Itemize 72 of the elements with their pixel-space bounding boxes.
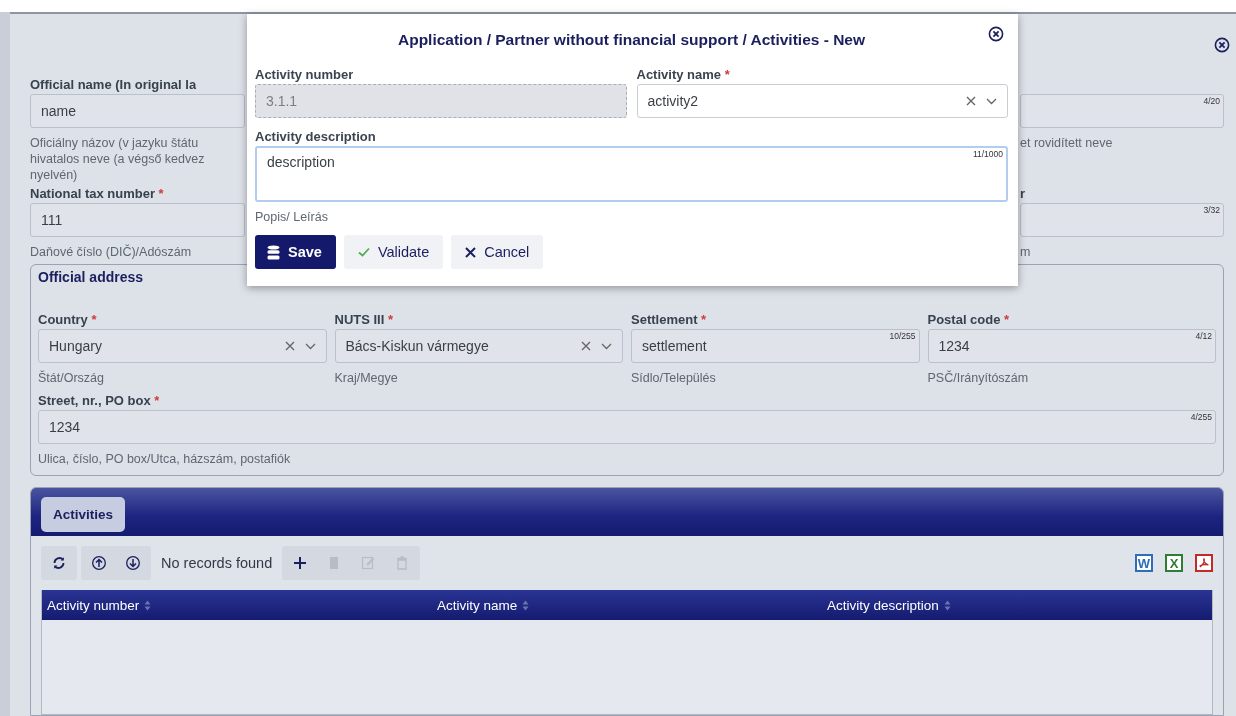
text-field[interactable]: 111 <box>30 203 245 237</box>
character-counter: 3/32 <box>1203 205 1220 215</box>
field-label: Postal code * <box>927 311 1010 329</box>
tab[interactable]: Activities <box>41 497 126 532</box>
field-hint: Popis/ Leírás <box>255 209 328 225</box>
close-icon[interactable] <box>1214 37 1230 53</box>
pdf-export-button[interactable] <box>1195 554 1213 572</box>
field-hint: m <box>1020 244 1031 260</box>
column-header[interactable]: Activity name <box>437 597 518 613</box>
text-field[interactable]: 3/32 <box>1020 203 1224 237</box>
field-label: Activity description <box>255 128 376 146</box>
field-label: Activity number <box>255 66 354 84</box>
field-label: Official name (In original la <box>30 76 197 94</box>
field-label: Settlement * <box>631 311 707 329</box>
read-only-field: 3.1.1 <box>255 84 627 118</box>
field-hint: Štát/Ország <box>38 370 104 386</box>
refresh-icon <box>51 555 67 571</box>
field-hint: Oficiálny názov (v jazyku štátu hivatalos neve (a végső kedvez nyelvén) <box>30 135 205 183</box>
select-field[interactable]: Hungary <box>38 329 327 363</box>
character-counter: 4/255 <box>1190 412 1212 422</box>
validate-button[interactable]: Validate <box>343 235 444 269</box>
field-label: National tax number * <box>30 185 164 203</box>
field-hint: Kraj/Megye <box>334 370 398 386</box>
field-label: NUTS III * <box>334 311 394 329</box>
plus-icon <box>292 555 309 571</box>
excel-export-button[interactable]: X <box>1165 554 1183 572</box>
field-label: Activity name * <box>636 66 730 84</box>
status-text: No records found <box>161 555 273 571</box>
arrow-down-circle-icon <box>125 555 141 571</box>
sort-icon[interactable] <box>522 599 530 611</box>
character-counter: 11/1000 <box>972 149 1003 159</box>
text-field[interactable]: 4/20 <box>1020 94 1224 128</box>
field-hint: PSČ/Irányítószám <box>927 370 1029 386</box>
arrow-up-circle-icon <box>91 555 107 571</box>
field-hint: Ulica, číslo, PO box/Utca, házszám, postafiók <box>38 451 291 467</box>
chevron-down-icon[interactable] <box>986 97 997 105</box>
edit-icon <box>360 555 377 571</box>
clear-icon[interactable] <box>966 96 976 106</box>
text-field[interactable]: settlement 10/255 <box>631 329 920 363</box>
text-field[interactable]: name <box>30 94 245 128</box>
sort-icon[interactable] <box>943 599 951 611</box>
close-icon[interactable] <box>988 26 1004 42</box>
sort-icon[interactable] <box>144 599 152 611</box>
column-header[interactable]: Activity description <box>827 597 939 613</box>
character-counter: 4/20 <box>1203 96 1220 106</box>
close-icon <box>465 246 477 258</box>
select-field[interactable]: Bács-Kiskun vármegye <box>334 329 623 363</box>
chevron-down-icon[interactable] <box>601 342 612 350</box>
chevron-down-icon[interactable] <box>304 342 316 350</box>
character-counter: 4/12 <box>1195 331 1212 341</box>
clear-icon[interactable] <box>284 341 295 351</box>
section-title: Official address <box>38 269 144 285</box>
column-header[interactable]: Activity number <box>47 597 140 613</box>
character-counter: 10/255 <box>889 331 916 341</box>
field-hint: Daňové číslo (DIČ)/Adószám <box>30 244 192 260</box>
field-label: r <box>1020 185 1026 203</box>
dialog-title: Application / Partner without financial support / Activities - New <box>397 31 866 49</box>
check-icon <box>357 247 370 257</box>
text-field[interactable]: 1234 4/12 <box>927 329 1216 363</box>
field-hint: et rovidített neve <box>1020 135 1113 151</box>
field-label: Street, nr., PO box * <box>38 392 160 410</box>
field-label: Country * <box>38 311 97 329</box>
word-export-button[interactable]: W <box>1135 554 1153 572</box>
select-field[interactable]: activity2 <box>636 84 1008 118</box>
database-icon <box>267 244 280 260</box>
text-area[interactable]: description 11/1000 <box>255 146 1008 202</box>
clear-icon[interactable] <box>581 341 591 351</box>
pdf-icon <box>1198 557 1210 569</box>
field-hint: Sídlo/Település <box>631 370 716 386</box>
save-button[interactable]: Save <box>255 235 336 269</box>
text-field[interactable]: 1234 4/255 <box>38 410 1216 444</box>
cancel-button[interactable]: Cancel <box>451 235 544 269</box>
